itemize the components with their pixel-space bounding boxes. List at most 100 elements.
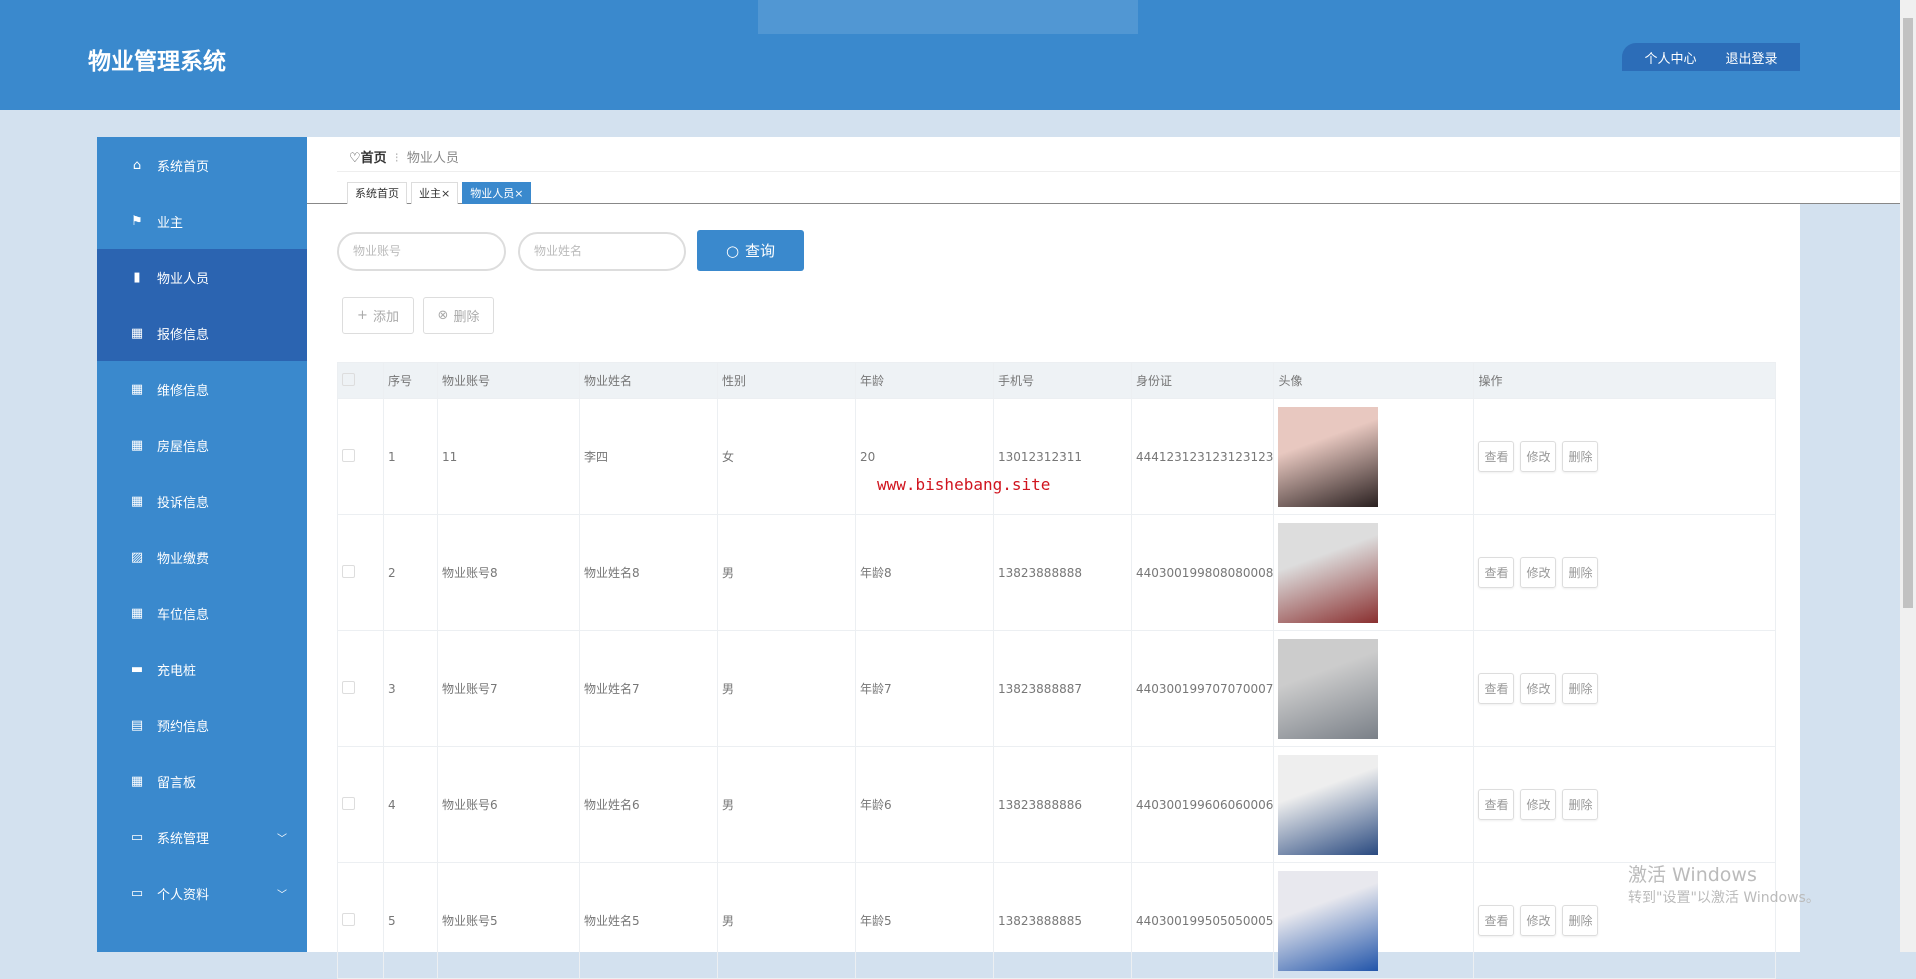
sidebar-item-7[interactable]: ▨ 物业缴费 — [97, 529, 307, 585]
sidebar-item-6[interactable]: ▦ 投诉信息 — [97, 473, 307, 529]
col-name: 物业姓名 — [579, 362, 718, 399]
header-actions: 个人中心 退出登录 — [1622, 43, 1800, 71]
breadcrumb-home[interactable]: 首页 — [361, 151, 387, 166]
cell-name: 物业姓名8 — [579, 514, 718, 631]
query-button[interactable]: ○ 查询 — [697, 230, 804, 271]
logout-link[interactable]: 退出登录 — [1725, 48, 1777, 67]
tab-home[interactable]: 系统首页 — [347, 182, 407, 204]
clipboard-icon: ▤ — [130, 717, 144, 733]
delete-button[interactable]: 删除 — [1562, 905, 1599, 936]
sidebar-item-label: 业主 — [157, 215, 184, 231]
cell-account: 物业账号8 — [437, 514, 580, 631]
avatar-image — [1278, 522, 1379, 623]
cell-avatar — [1273, 514, 1475, 631]
activation-subtitle: 转到"设置"以激活 Windows。 — [1628, 890, 1820, 906]
grid-icon: ▦ — [130, 381, 144, 397]
sidebar-item-label: 房屋信息 — [157, 439, 210, 455]
cell-no: 3 — [383, 630, 438, 747]
row-checkbox[interactable] — [342, 564, 355, 578]
cell-select — [337, 630, 384, 747]
cell-id: 440300199606060006 — [1130, 746, 1275, 863]
view-button[interactable]: 查看 — [1478, 673, 1515, 704]
sidebar-item-0[interactable]: ⌂ 系统首页 — [97, 137, 307, 193]
cell-actions: 查看 修改 删除 — [1473, 746, 1777, 863]
cell-avatar — [1273, 862, 1475, 979]
sidebar-item-4[interactable]: ▦ 维修信息 — [97, 361, 307, 417]
account-search-input[interactable]: 物业账号 — [337, 232, 506, 271]
col-avatar: 头像 — [1273, 362, 1475, 399]
tab-owner[interactable]: 业主× — [411, 182, 459, 204]
cell-phone: 13823888886 — [993, 746, 1132, 863]
name-search-input[interactable]: 物业姓名 — [518, 232, 686, 271]
windows-activation-notice: 激活 Windows 转到"设置"以激活 Windows。 — [1628, 860, 1820, 907]
grid-icon: ▦ — [130, 773, 144, 789]
view-button[interactable]: 查看 — [1478, 557, 1515, 588]
col-actions: 操作 — [1473, 362, 1777, 399]
edit-button[interactable]: 修改 — [1520, 673, 1557, 704]
cell-select — [337, 862, 384, 979]
add-button[interactable]: + 添加 — [342, 297, 414, 334]
cell-account: 物业账号5 — [437, 862, 580, 979]
cell-no: 2 — [383, 514, 438, 631]
breadcrumb-current: 物业人员 — [406, 151, 459, 166]
page-scrollbar[interactable] — [1900, 0, 1916, 952]
cell-gender: 女 — [717, 398, 856, 515]
cell-actions: 查看 修改 删除 — [1473, 514, 1777, 631]
edit-button[interactable]: 修改 — [1520, 557, 1557, 588]
sidebar-item-label: 物业缴费 — [157, 551, 210, 567]
delete-button[interactable]: 删除 — [1562, 441, 1599, 472]
cell-gender: 男 — [717, 630, 856, 747]
activation-title: 激活 Windows — [1628, 864, 1757, 886]
sidebar-item-12[interactable]: ▭ 系统管理 ﹀ — [97, 809, 307, 865]
delete-button[interactable]: 删除 — [1562, 557, 1599, 588]
home-icon: ⌂ — [132, 157, 142, 173]
row-checkbox[interactable] — [342, 796, 355, 810]
sidebar-item-label: 物业人员 — [157, 271, 210, 287]
row-checkbox[interactable] — [342, 448, 355, 462]
edit-button[interactable]: 修改 — [1520, 789, 1557, 820]
edit-button[interactable]: 修改 — [1520, 905, 1557, 936]
select-all-checkbox[interactable] — [342, 372, 355, 386]
flag-icon: ⚑ — [131, 213, 143, 229]
sidebar-item-label: 维修信息 — [157, 383, 210, 399]
grid-icon: ▦ — [130, 325, 144, 341]
view-button[interactable]: 查看 — [1478, 789, 1515, 820]
edit-button[interactable]: 修改 — [1520, 441, 1557, 472]
sidebar: ⌂ 系统首页 ⚑ 业主 ▮ 物业人员 ▦ 报修信息 ▦ 维修信息 ▦ 房屋信息 ▦ 投诉信息 ▨ 物业缴费 ▦ 车… — [97, 137, 307, 952]
sidebar-item-8[interactable]: ▦ 车位信息 — [97, 585, 307, 641]
view-button[interactable]: 查看 — [1478, 441, 1515, 472]
col-no: 序号 — [383, 362, 438, 399]
sidebar-item-1[interactable]: ⚑ 业主 — [97, 193, 307, 249]
chevron-down-icon: ﹀ — [277, 889, 287, 901]
cell-age: 20 — [855, 398, 994, 515]
sidebar-item-9[interactable]: ▬ 充电桩 — [97, 641, 307, 697]
batch-delete-button[interactable]: ⊗ 删除 — [423, 297, 494, 334]
sidebar-item-2[interactable]: ▮ 物业人员 — [97, 249, 307, 305]
cell-gender: 男 — [717, 514, 856, 631]
sidebar-item-10[interactable]: ▤ 预约信息 — [97, 697, 307, 753]
sidebar-item-13[interactable]: ▭ 个人资料 ﹀ — [97, 865, 307, 921]
sidebar-item-3[interactable]: ▦ 报修信息 — [97, 305, 307, 361]
personal-center-link[interactable]: 个人中心 — [1644, 48, 1696, 67]
delete-button[interactable]: 删除 — [1562, 789, 1599, 820]
row-checkbox[interactable] — [342, 680, 355, 694]
sidebar-item-11[interactable]: ▦ 留言板 — [97, 753, 307, 809]
scrollbar-thumb[interactable] — [1903, 18, 1913, 608]
view-button[interactable]: 查看 — [1478, 905, 1515, 936]
row-checkbox[interactable] — [342, 912, 355, 926]
sidebar-item-5[interactable]: ▦ 房屋信息 — [97, 417, 307, 473]
delete-button[interactable]: 删除 — [1562, 673, 1599, 704]
cell-id: 440300199505050005 — [1130, 862, 1275, 979]
tab-property-staff[interactable]: 物业人员× — [462, 182, 532, 204]
search-icon: ○ — [725, 241, 740, 260]
heart-icon: ♡ — [349, 151, 361, 166]
col-id: 身份证 — [1130, 362, 1275, 399]
cell-phone: 13823888887 — [993, 630, 1132, 747]
cell-id: 440300199707070007 — [1130, 630, 1275, 747]
delete-label: 删除 — [453, 310, 480, 325]
cell-name: 李四 — [579, 398, 718, 515]
breadcrumb-separator: ⁝ — [394, 151, 399, 166]
cell-phone: 13012312311 — [993, 398, 1132, 515]
cell-account: 物业账号7 — [437, 630, 580, 747]
toast-overlay — [758, 0, 1138, 34]
